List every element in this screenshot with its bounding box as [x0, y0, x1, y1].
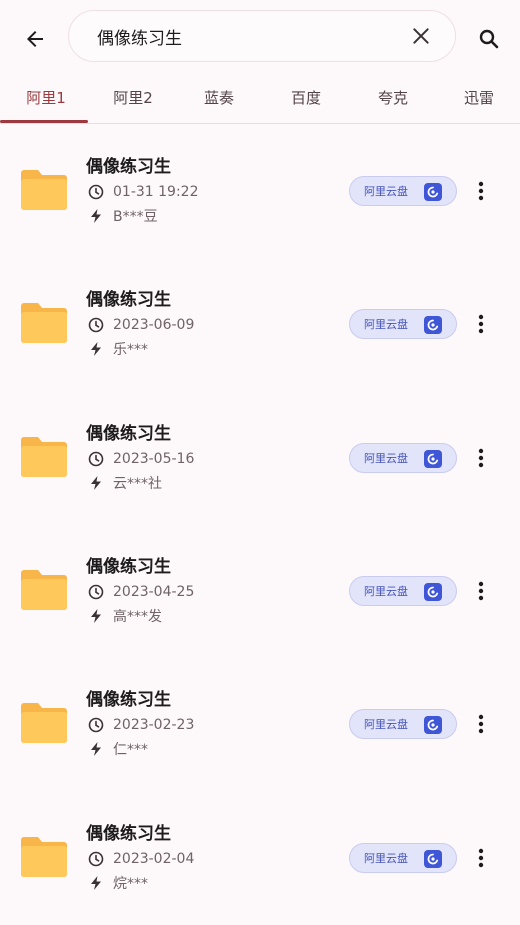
search-input[interactable] [97, 21, 397, 51]
search-bar [68, 10, 456, 62]
result-title: 偶像练习生 [86, 290, 171, 310]
result-date: 2023-02-23 [88, 715, 194, 735]
clock-icon [88, 184, 104, 200]
folder-icon [21, 837, 67, 877]
tab-xunlei[interactable]: 迅雷 [435, 72, 520, 123]
search-icon [479, 29, 499, 49]
result-date: 2023-05-16 [88, 449, 194, 469]
result-uploader: B***豆 [88, 206, 158, 226]
result-title: 偶像练习生 [86, 424, 171, 444]
result-uploader: 乐*** [88, 339, 148, 359]
folder-icon [21, 703, 67, 743]
bolt-icon [91, 609, 101, 623]
tab-lanzou[interactable]: 蓝奏 [175, 72, 263, 123]
result-date: 01-31 19:22 [88, 182, 198, 202]
aliyun-logo-icon [424, 316, 442, 334]
result-date: 2023-02-04 [88, 849, 194, 869]
folder-icon [21, 437, 67, 477]
back-button[interactable] [18, 22, 52, 56]
result-date: 2023-04-25 [88, 582, 194, 602]
tab-aliyun-1[interactable]: 阿里1 [2, 72, 90, 123]
result-uploader: 云***社 [88, 473, 162, 493]
tab-quark[interactable]: 夸克 [349, 72, 437, 123]
result-uploader: 烷*** [88, 873, 148, 893]
more-options-button[interactable] [468, 576, 494, 606]
more-options-button[interactable] [468, 176, 494, 206]
result-item[interactable]: 偶像练习生 2023-06-09 乐*** 阿里云盘 [0, 259, 520, 391]
tab-baidu[interactable]: 百度 [262, 72, 350, 123]
clock-icon [88, 317, 104, 333]
more-vertical-icon [478, 581, 484, 601]
bolt-icon [91, 209, 101, 223]
result-item[interactable]: 偶像练习生 01-31 19:22 B***豆 阿里云盘 [0, 126, 520, 258]
top-bar [0, 0, 520, 72]
more-vertical-icon [478, 314, 484, 334]
source-tabs: 阿里1 阿里2 蓝奏 百度 夸克 迅雷 [0, 72, 520, 124]
result-item[interactable]: 偶像练习生 2023-02-23 仁*** 阿里云盘 [0, 659, 520, 791]
clock-icon [88, 584, 104, 600]
more-vertical-icon [478, 848, 484, 868]
result-uploader: 高***发 [88, 606, 162, 626]
result-title: 偶像练习生 [86, 824, 171, 844]
result-item[interactable]: 偶像练习生 2023-04-25 高***发 阿里云盘 [0, 526, 520, 658]
result-item[interactable]: 偶像练习生 2023-02-04 烷*** 阿里云盘 [0, 793, 520, 925]
clock-icon [88, 451, 104, 467]
bolt-icon [91, 342, 101, 356]
more-vertical-icon [478, 714, 484, 734]
aliyun-drive-badge[interactable]: 阿里云盘 [349, 576, 457, 606]
aliyun-logo-icon [424, 183, 442, 201]
clear-search-button[interactable] [409, 24, 433, 48]
more-options-button[interactable] [468, 309, 494, 339]
result-title: 偶像练习生 [86, 690, 171, 710]
folder-icon [21, 170, 67, 210]
result-uploader: 仁*** [88, 739, 148, 759]
aliyun-drive-badge[interactable]: 阿里云盘 [349, 709, 457, 739]
more-vertical-icon [478, 448, 484, 468]
arrow-left-icon [27, 31, 43, 47]
more-options-button[interactable] [468, 709, 494, 739]
folder-icon [21, 570, 67, 610]
folder-icon [21, 303, 67, 343]
active-tab-indicator [0, 120, 88, 123]
aliyun-logo-icon [424, 583, 442, 601]
aliyun-drive-badge[interactable]: 阿里云盘 [349, 176, 457, 206]
more-vertical-icon [478, 181, 484, 201]
aliyun-logo-icon [424, 716, 442, 734]
bolt-icon [91, 742, 101, 756]
close-icon [413, 28, 429, 44]
more-options-button[interactable] [468, 443, 494, 473]
result-date: 2023-06-09 [88, 315, 194, 335]
more-options-button[interactable] [468, 843, 494, 873]
result-title: 偶像练习生 [86, 557, 171, 577]
aliyun-logo-icon [424, 850, 442, 868]
aliyun-logo-icon [424, 450, 442, 468]
aliyun-drive-badge[interactable]: 阿里云盘 [349, 843, 457, 873]
clock-icon [88, 851, 104, 867]
bolt-icon [91, 876, 101, 890]
bolt-icon [91, 476, 101, 490]
result-item[interactable]: 偶像练习生 2023-05-16 云***社 阿里云盘 [0, 393, 520, 525]
search-button[interactable] [474, 24, 504, 54]
aliyun-drive-badge[interactable]: 阿里云盘 [349, 309, 457, 339]
tab-aliyun-2[interactable]: 阿里2 [89, 72, 177, 123]
clock-icon [88, 717, 104, 733]
aliyun-drive-badge[interactable]: 阿里云盘 [349, 443, 457, 473]
result-title: 偶像练习生 [86, 157, 171, 177]
